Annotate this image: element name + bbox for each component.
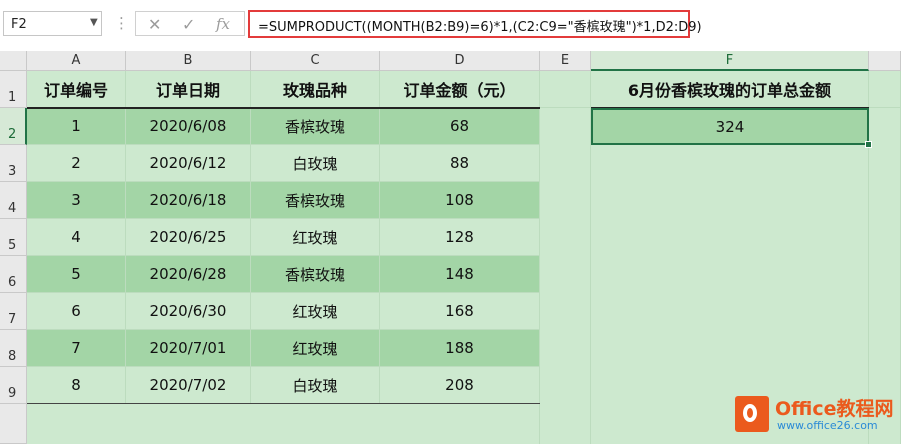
table-cell[interactable]: 108 (380, 182, 540, 219)
row-header-8[interactable]: 8 (0, 330, 27, 367)
logo-brand: Office教程网 (775, 398, 894, 420)
select-all-corner[interactable] (0, 51, 27, 71)
table-cell[interactable]: 红玫瑰 (251, 219, 380, 256)
row-header-6[interactable]: 6 (0, 256, 27, 293)
formula-input[interactable]: =SUMPRODUCT((MONTH(B2:B9)=6)*1,(C2:C9="香… (248, 10, 702, 38)
column-header-b[interactable]: B (126, 51, 251, 71)
table-header-order-amount[interactable]: 订单金额（元） (380, 71, 540, 108)
row-header-4[interactable]: 4 (0, 182, 27, 219)
column-header-c[interactable]: C (251, 51, 380, 71)
cell-g1[interactable] (869, 71, 901, 108)
table-cell[interactable]: 2020/7/01 (126, 330, 251, 367)
more-options-icon: ⋮ (114, 14, 129, 32)
formula-text: =SUMPRODUCT((MONTH(B2:B9)=6)*1,(C2:C9="香… (258, 20, 702, 35)
table-cell[interactable]: 2 (27, 145, 126, 182)
table-cell[interactable]: 68 (380, 108, 540, 145)
formula-controls: ✕ ✓ fx (135, 11, 245, 36)
x-icon[interactable]: ✕ (148, 15, 161, 34)
fill-handle[interactable] (865, 141, 872, 148)
column-header-f[interactable]: F (591, 51, 869, 71)
summary-header[interactable]: 6月份香槟玫瑰的订单总金额 (591, 71, 869, 108)
table-cell[interactable]: 2020/6/30 (126, 293, 251, 330)
table-cell[interactable]: 红玫瑰 (251, 330, 380, 367)
table-cell[interactable]: 2020/7/02 (126, 367, 251, 404)
table-header-order-id[interactable]: 订单编号 (27, 71, 126, 108)
column-header-a[interactable]: A (27, 51, 126, 71)
table-cell[interactable]: 4 (27, 219, 126, 256)
table-cell[interactable]: 2020/6/08 (126, 108, 251, 145)
row-header-9[interactable]: 9 (0, 367, 27, 404)
header-border (27, 107, 540, 109)
table-cell[interactable]: 白玫瑰 (251, 367, 380, 404)
table-cell[interactable]: 148 (380, 256, 540, 293)
table-cell[interactable]: 1 (27, 108, 126, 145)
table-cell[interactable]: 香槟玫瑰 (251, 182, 380, 219)
table-cell[interactable]: 88 (380, 145, 540, 182)
row-header-5[interactable]: 5 (0, 219, 27, 256)
formula-bar: F2 ▼ ⋮ ✕ ✓ fx =SUMPRODUCT((MONTH(B2:B9)=… (0, 0, 901, 52)
table-cell[interactable]: 2020/6/18 (126, 182, 251, 219)
column-e-empty[interactable] (540, 108, 591, 444)
row-header-1[interactable]: 1 (0, 71, 27, 108)
column-header-g[interactable] (869, 51, 901, 71)
logo-url: www.office26.com (777, 419, 878, 432)
cell-e1[interactable] (540, 71, 591, 108)
table-cell[interactable]: 红玫瑰 (251, 293, 380, 330)
table-cell[interactable]: 6 (27, 293, 126, 330)
table-header-order-date[interactable]: 订单日期 (126, 71, 251, 108)
office26-logo: Office教程网 www.office26.com (735, 394, 895, 438)
office-logo-icon (735, 396, 769, 432)
row-header-10[interactable] (0, 404, 27, 444)
table-cell[interactable]: 3 (27, 182, 126, 219)
table-cell[interactable]: 208 (380, 367, 540, 404)
table-cell[interactable]: 香槟玫瑰 (251, 108, 380, 145)
summary-value: 324 (715, 117, 745, 136)
row-header-7[interactable]: 7 (0, 293, 27, 330)
summary-value-cell[interactable]: 324 (591, 108, 869, 145)
name-box-value: F2 (11, 17, 27, 32)
table-header-rose-type[interactable]: 玫瑰品种 (251, 71, 380, 108)
worksheet: A B C D E F 1 2 3 4 5 6 7 8 9 订单编号 订单日期 … (0, 51, 901, 444)
table-cell[interactable]: 7 (27, 330, 126, 367)
table-cell[interactable]: 2020/6/12 (126, 145, 251, 182)
table-cell[interactable]: 188 (380, 330, 540, 367)
row-header-3[interactable]: 3 (0, 145, 27, 182)
table-cell[interactable]: 128 (380, 219, 540, 256)
column-header-e[interactable]: E (540, 51, 591, 71)
row-10-empty[interactable] (27, 404, 540, 444)
name-box[interactable]: F2 ▼ (3, 11, 102, 36)
table-cell[interactable]: 168 (380, 293, 540, 330)
table-cell[interactable]: 2020/6/25 (126, 219, 251, 256)
row-header-2[interactable]: 2 (0, 108, 27, 145)
table-cell[interactable]: 5 (27, 256, 126, 293)
table-cell[interactable]: 8 (27, 367, 126, 404)
table-cell[interactable]: 2020/6/28 (126, 256, 251, 293)
column-header-d[interactable]: D (380, 51, 540, 71)
chevron-down-icon[interactable]: ▼ (90, 17, 98, 28)
table-cell[interactable]: 白玫瑰 (251, 145, 380, 182)
check-icon[interactable]: ✓ (182, 15, 195, 34)
table-cell[interactable]: 香槟玫瑰 (251, 256, 380, 293)
fx-icon[interactable]: fx (216, 15, 230, 33)
